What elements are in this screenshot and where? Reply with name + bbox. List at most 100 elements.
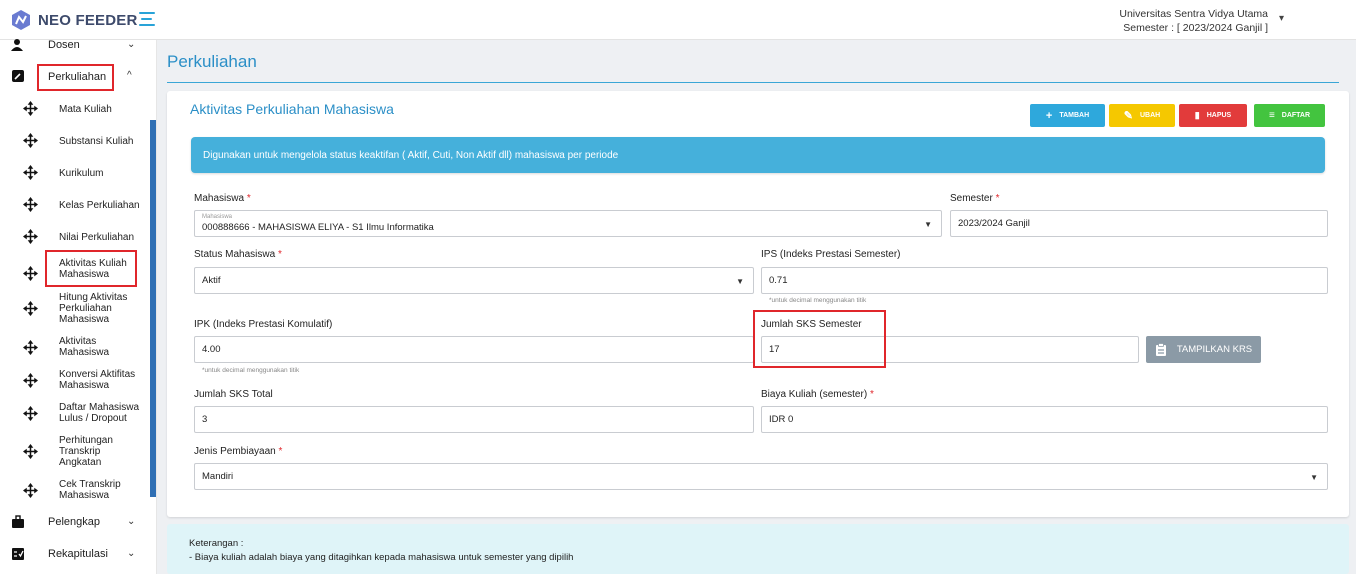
keterangan-panel (167, 524, 1349, 574)
top-bar: NEO FEEDER Universitas Sentra Vidya Utam… (0, 0, 1356, 40)
trash-icon: ▮ (1194, 110, 1200, 120)
pencil-icon: ✎ (1123, 110, 1133, 122)
move-arrows-icon (23, 197, 38, 212)
dropdown-caret-icon: ▼ (924, 220, 932, 229)
plus-icon: + (1045, 109, 1053, 122)
dropdown-caret-icon: ▼ (736, 277, 744, 286)
sidebar-item-dosen[interactable]: Dosen ⌄ (0, 38, 150, 54)
sidebar-scrollbar[interactable] (150, 120, 156, 497)
sidebar-subitem-label: Mata Kuliah (59, 104, 112, 115)
mahasiswa-label: Mahasiswa * (194, 193, 251, 204)
move-arrows-icon (23, 340, 38, 355)
sidebar-subitem-label: Nilai Perkuliahan (59, 232, 135, 243)
mahasiswa-float-label: Mahasiswa (202, 214, 233, 220)
page-title: Perkuliahan (167, 52, 257, 71)
info-banner: Digunakan untuk mengelola status keaktif… (191, 137, 1325, 173)
institution-name: Universitas Sentra Vidya Utama (1119, 8, 1268, 20)
chevron-up-icon: ^ (127, 70, 132, 81)
button-label: HAPUS (1206, 112, 1232, 119)
edit-square-icon (12, 70, 24, 82)
sidebar-subitem-label: Konversi Aktifitas Mahasiswa (59, 369, 136, 391)
sidebar-item-label: Rekapitulasi (48, 548, 108, 560)
sidebar-item-label: Dosen (48, 39, 80, 51)
button-label: DAFTAR (1281, 112, 1311, 119)
move-arrows-icon (23, 301, 38, 316)
biaya-label: Biaya Kuliah (semester) * (761, 389, 874, 400)
sidebar-subitem-label: Cek Transkrip Mahasiswa (59, 479, 121, 501)
highlight-box (45, 250, 137, 287)
button-label: TAMPILKAN KRS (1176, 344, 1253, 355)
button-label: UBAH (1139, 112, 1161, 119)
card-title: Aktivitas Perkuliahan Mahasiswa (190, 101, 394, 117)
app-name: NEO FEEDER (38, 11, 138, 29)
title-divider (167, 82, 1339, 83)
mahasiswa-select[interactable]: Mahasiswa 000888666 - MAHASISWA ELIYA - … (194, 210, 942, 237)
highlight-box (37, 64, 114, 91)
daftar-button[interactable]: ≡ DAFTAR (1254, 104, 1325, 127)
user-group-icon (11, 39, 23, 51)
ips-input[interactable]: 0.71 (761, 267, 1328, 294)
move-arrows-icon (23, 101, 38, 116)
move-arrows-icon (23, 444, 38, 459)
status-value: Aktif (202, 275, 221, 286)
app-logo[interactable]: NEO FEEDER (10, 9, 138, 31)
clipboard-icon (1155, 343, 1166, 356)
pembiayaan-select[interactable]: Mandiri ▼ (194, 463, 1328, 490)
dropdown-caret-icon: ▼ (1310, 473, 1318, 482)
sidebar-subitem-label: Hitung Aktivitas Perkuliahan Mahasiswa (59, 292, 128, 325)
move-arrows-icon (23, 229, 38, 244)
status-select[interactable]: Aktif ▼ (194, 267, 754, 294)
sidebar-subitem-label: Kelas Perkuliahan (59, 200, 140, 211)
chevron-down-icon[interactable]: ▾ (1279, 13, 1284, 24)
ipk-hint: *untuk decimal menggunakan titik (202, 367, 300, 374)
chevron-down-icon: ⌄ (127, 39, 136, 50)
active-semester: Semester : [ 2023/2024 Ganjil ] (1123, 22, 1268, 34)
sidebar-subitem-konversi-aktifitas[interactable]: Konversi Aktifitas Mahasiswa (0, 369, 150, 393)
sidebar-subitem-perhitungan-transkrip[interactable]: Perhitungan Transkrip Angkatan (0, 435, 150, 469)
sks-total-input[interactable]: 3 (194, 406, 754, 433)
mahasiswa-value: 000888666 - MAHASISWA ELIYA - S1 Ilmu In… (202, 221, 434, 233)
sidebar-subitem-aktivitas-mahasiswa[interactable]: Aktivitas Mahasiswa (0, 336, 150, 360)
sidebar-item-pelengkap[interactable]: Pelengkap ⌄ (0, 515, 150, 531)
status-label: Status Mahasiswa * (194, 249, 282, 260)
sidebar-subitem-substansi-kuliah[interactable]: Substansi Kuliah (0, 133, 150, 148)
move-arrows-icon (23, 133, 38, 148)
move-arrows-icon (23, 373, 38, 388)
sidebar-subitem-cek-transkrip[interactable]: Cek Transkrip Mahasiswa (0, 479, 150, 503)
sidebar-subitem-hitung-aktivitas[interactable]: Hitung Aktivitas Perkuliahan Mahasiswa (0, 292, 150, 326)
list-icon: ≡ (1268, 110, 1275, 121)
sidebar-subitem-mata-kuliah[interactable]: Mata Kuliah (0, 101, 150, 116)
move-arrows-icon (23, 483, 38, 498)
ipk-input[interactable]: 4.00 (194, 336, 754, 363)
sidebar-subitem-label: Daftar Mahasiswa Lulus / Dropout (59, 402, 140, 424)
move-arrows-icon (23, 165, 38, 180)
sidebar-subitem-kurikulum[interactable]: Kurikulum (0, 165, 150, 180)
sidebar-subitem-label: Aktivitas Mahasiswa (59, 336, 110, 358)
button-label: TAMBAH (1059, 112, 1090, 119)
sidebar-item-rekapitulasi[interactable]: Rekapitulasi ⌄ (0, 547, 150, 563)
briefcase-icon (12, 515, 24, 528)
pembiayaan-value: Mandiri (202, 471, 234, 482)
ipk-label: IPK (Indeks Prestasi Komulatif) (194, 319, 333, 330)
ips-hint: *untuk decimal menggunakan titik (769, 297, 867, 304)
hapus-button[interactable]: ▮ HAPUS (1179, 104, 1247, 127)
semester-field[interactable]: 2023/2024 Ganjil (950, 210, 1328, 237)
ips-label: IPS (Indeks Prestasi Semester) (761, 249, 901, 260)
chevron-down-icon: ⌄ (127, 548, 136, 559)
sidebar-subitem-label: Substansi Kuliah (59, 136, 134, 147)
biaya-input[interactable]: IDR 0 (761, 406, 1328, 433)
tampilkan-krs-button[interactable]: TAMPILKAN KRS (1146, 336, 1261, 363)
report-icon (12, 548, 24, 560)
sidebar-item-label: Pelengkap (48, 516, 100, 528)
sidebar-subitem-kelas-perkuliahan[interactable]: Kelas Perkuliahan (0, 197, 150, 212)
ubah-button[interactable]: ✎ UBAH (1109, 104, 1175, 127)
tambah-button[interactable]: + TAMBAH (1030, 104, 1105, 127)
sidebar-subitem-label: Kurikulum (59, 168, 104, 179)
semester-label: Semester * (950, 193, 1000, 204)
keterangan-line: - Biaya kuliah adalah biaya yang ditagih… (189, 552, 574, 563)
menu-toggle-icon[interactable] (139, 12, 155, 26)
institution-info[interactable]: Universitas Sentra Vidya Utama Semester … (1119, 7, 1268, 35)
move-arrows-icon (23, 406, 38, 421)
sidebar-subitem-nilai-perkuliahan[interactable]: Nilai Perkuliahan (0, 229, 150, 244)
sidebar-subitem-daftar-lulus-dropout[interactable]: Daftar Mahasiswa Lulus / Dropout (0, 402, 150, 426)
